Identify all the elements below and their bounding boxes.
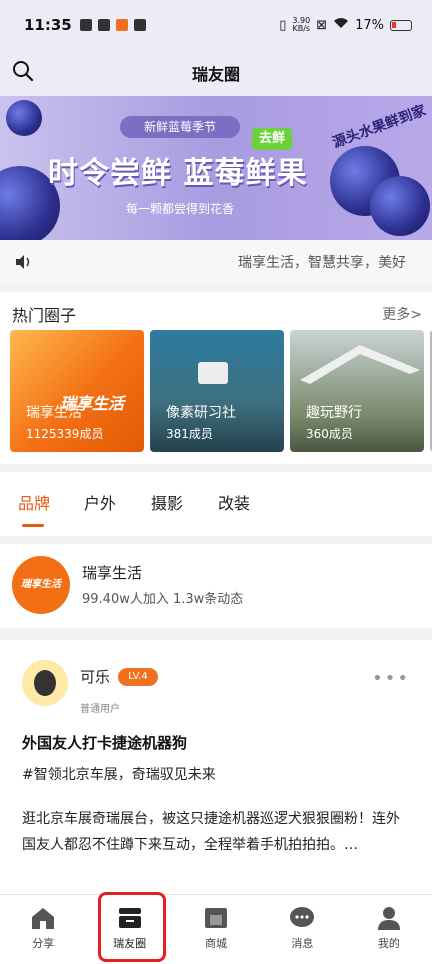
category-tabs: 品牌 户外 摄影 改装 [0, 472, 432, 536]
more-link[interactable]: 更多> [382, 304, 422, 324]
nav-bar: 瑞友圈 [0, 50, 432, 96]
announcement-bar[interactable]: 瑞享生活，智慧共享，美好 [0, 240, 432, 284]
tent-image [300, 345, 420, 384]
status-notification-icons [79, 19, 146, 31]
store-notification-icon [115, 19, 128, 31]
circle-member-count: 360成员 [306, 427, 353, 441]
share-icon [32, 908, 55, 929]
message-icon [290, 907, 315, 927]
nav-label: 我的 [377, 937, 400, 950]
circle-info-card[interactable]: 瑞享生活 瑞享生活 99.40w人加入 1.3w条动态 [0, 544, 432, 628]
tab-photography[interactable]: 摄影 [151, 490, 183, 514]
app-notification-icon [97, 19, 110, 31]
avatar-face [34, 670, 56, 696]
nav-label: 商城 [205, 937, 228, 950]
camera-image [198, 362, 228, 384]
tab-outdoor[interactable]: 户外 [84, 490, 116, 514]
sim-icon [79, 19, 92, 31]
active-tab-indicator [22, 524, 44, 527]
page-title: 瑞友圈 [191, 65, 240, 84]
circle-name: 瑞享生活 [26, 405, 82, 421]
circle-name: 趣玩野行 [306, 405, 362, 421]
store-icon [205, 908, 228, 928]
nav-store[interactable]: 商城 [173, 895, 259, 964]
sim-off-icon: ⊠ [316, 17, 328, 33]
status-time: 11:35 [24, 16, 72, 34]
bottom-navigation: 分享 瑞友圈 商城 消息 我的 [0, 894, 432, 964]
post-username[interactable]: 可乐 [80, 666, 110, 687]
hot-circles-section: 热门圈子 更多> 瑞享生活 瑞享生活 1125339成员 像素研习社 381成员… [0, 292, 432, 464]
nav-label: 消息 [291, 937, 314, 950]
post-body: 逛北京车展奇瑞展台，被这只捷途机器巡逻犬狠狠圈粉！连外国友人都忍不住蹲下来互动，… [22, 811, 400, 853]
battery-percent: 17% [355, 17, 384, 33]
promo-banner[interactable]: 新鲜蓝莓季节 时令尝鲜 蓝莓鲜果 每一颗都尝得到花香 源头水果鲜到家 去鲜 [0, 96, 432, 240]
banner-side-text: 源头水果鲜到家 [330, 102, 429, 152]
nav-label: 分享 [32, 937, 55, 950]
net-speed-unit: KB/s [292, 24, 311, 33]
post-title: 外国友人打卡捷途机器狗 [22, 734, 188, 752]
circle-info-name: 瑞享生活 [82, 564, 143, 582]
tab-brand[interactable]: 品牌 [18, 490, 50, 514]
selection-highlight [98, 892, 166, 962]
profile-icon [377, 907, 400, 930]
vibrate-icon: ▯ [279, 17, 287, 33]
more-options-icon[interactable]: ••• [372, 668, 410, 689]
post-topic[interactable]: #智领北京车展，奇瑞驭见未来 [22, 764, 216, 784]
circle-card-pixel[interactable]: 像素研习社 381成员 [150, 330, 284, 452]
search-icon[interactable] [12, 60, 34, 82]
blueberry-image [370, 176, 430, 236]
circle-info-stats: 99.40w人加入 1.3w条动态 [82, 592, 244, 607]
mail-notification-icon [133, 19, 146, 31]
nav-share[interactable]: 分享 [0, 895, 86, 964]
banner-badge: 去鲜 [252, 128, 292, 150]
battery-icon [390, 19, 412, 31]
circle-card-outdoor[interactable]: 趣玩野行 360成员 [290, 330, 424, 452]
post-card[interactable]: 可乐 LV.4 普通用户 ••• 外国友人打卡捷途机器狗 #智领北京车展，奇瑞驭… [0, 640, 432, 894]
blueberry-image [6, 100, 42, 136]
tab-modification[interactable]: 改装 [218, 490, 250, 514]
nav-messages[interactable]: 消息 [259, 895, 345, 964]
nav-profile[interactable]: 我的 [346, 895, 432, 964]
status-right: ▯ 3.90 KB/s ⊠ 17% [279, 17, 412, 33]
banner-tag: 新鲜蓝莓季节 [120, 116, 240, 138]
circle-member-count: 381成员 [166, 427, 213, 441]
level-badge: LV.4 [118, 668, 158, 686]
speaker-icon [16, 255, 30, 269]
status-bar: 11:35 ▯ 3.90 KB/s ⊠ 17% [0, 0, 432, 50]
wifi-icon [333, 17, 349, 33]
user-avatar[interactable] [22, 660, 68, 706]
circle-avatar: 瑞享生活 [12, 556, 70, 614]
banner-headline: 时令尝鲜 蓝莓鲜果 [48, 156, 308, 191]
announcement-text: 瑞享生活，智慧共享，美好 [238, 255, 406, 271]
user-role: 普通用户 [80, 704, 120, 715]
section-title: 热门圈子 [12, 306, 77, 325]
circle-name: 像素研习社 [166, 405, 236, 421]
banner-subline: 每一颗都尝得到花香 [125, 202, 234, 216]
circle-member-count: 1125339成员 [26, 427, 104, 441]
net-speed: 3.90 KB/s [292, 17, 310, 33]
circle-card-ruixiang[interactable]: 瑞享生活 瑞享生活 1125339成员 [10, 330, 144, 452]
